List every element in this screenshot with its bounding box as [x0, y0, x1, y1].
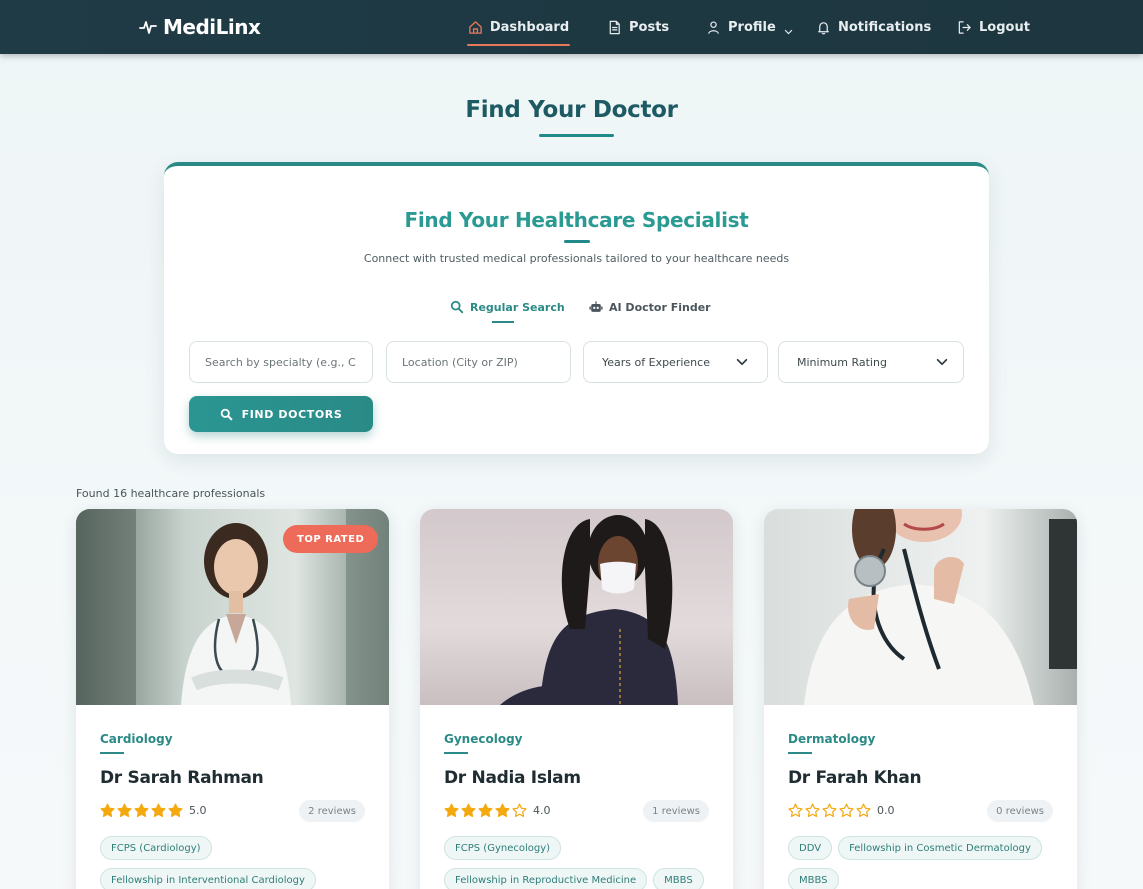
brand-logo[interactable]: MediLinx: [139, 14, 261, 40]
nav-notifications-label: Notifications: [838, 19, 932, 35]
search-icon: [220, 408, 232, 420]
bell-icon: [818, 21, 829, 34]
doctor-photo: [764, 509, 1077, 705]
rating-value: 4.0: [533, 804, 551, 817]
star-filled-icon: [478, 803, 493, 818]
rating-value: 5.0: [189, 804, 207, 817]
tab-ai-doctor-finder-label: AI Doctor Finder: [609, 300, 711, 314]
star-filled-icon: [168, 803, 183, 818]
search-card: Find Your Healthcare Specialist Connect …: [164, 162, 989, 454]
rating-stars: [444, 803, 527, 818]
logout-icon: [958, 20, 971, 34]
search-icon: [450, 300, 464, 314]
robot-icon: [589, 301, 603, 312]
specialty-underline: [444, 752, 468, 754]
qualification-tag: MBBS: [788, 868, 839, 889]
nav-dashboard[interactable]: Dashboard: [467, 0, 570, 54]
qualification-tags: FCPS (Cardiology) Fellowship in Interven…: [100, 836, 375, 889]
doctor-card[interactable]: Dermatology Dr Farah Khan 0.0 0 reviews …: [764, 509, 1077, 889]
qualification-tags: DDV Fellowship in Cosmetic Dermatology M…: [788, 836, 1063, 889]
rating-value: 0.0: [877, 804, 895, 817]
specialty-search-input[interactable]: [205, 355, 357, 369]
doctor-name[interactable]: Dr Nadia Islam: [444, 768, 581, 788]
page-title: Find Your Doctor: [465, 97, 678, 123]
location-input[interactable]: [402, 355, 555, 369]
location-field: [386, 341, 571, 383]
specialty-search-field: [189, 341, 373, 383]
qualification-tag: Fellowship in Interventional Cardiology: [100, 868, 316, 889]
find-doctors-button[interactable]: FIND DOCTORS: [189, 396, 373, 432]
tab-active-underline: [492, 321, 514, 323]
review-count: 2 reviews: [299, 800, 365, 822]
tab-regular-search-label: Regular Search: [470, 300, 565, 314]
doctor-specialty: Dermatology: [788, 732, 876, 746]
rating-select-value: Minimum Rating: [797, 355, 887, 369]
review-count: 0 reviews: [987, 800, 1053, 822]
doctor-name[interactable]: Dr Farah Khan: [788, 768, 922, 788]
doctor-name[interactable]: Dr Sarah Rahman: [100, 768, 264, 788]
doctor-specialty: Gynecology: [444, 732, 523, 746]
rating-select[interactable]: Minimum Rating: [778, 341, 964, 383]
star-filled-icon: [495, 803, 510, 818]
find-doctors-label: FIND DOCTORS: [241, 407, 343, 421]
qualification-tags: FCPS (Gynecology) Fellowship in Reproduc…: [444, 836, 719, 889]
chevron-down-icon: [936, 358, 948, 366]
star-empty-icon: [788, 803, 803, 818]
experience-select[interactable]: Years of Experience: [583, 341, 768, 383]
user-icon: [708, 20, 719, 34]
results-count: Found 16 healthcare professionals: [76, 487, 266, 500]
nav-dashboard-label: Dashboard: [489, 19, 570, 35]
star-empty-icon: [512, 803, 527, 818]
chevron-down-icon: [784, 29, 793, 34]
nav-notifications[interactable]: Notifications: [816, 0, 931, 54]
tab-ai-doctor-finder[interactable]: AI Doctor Finder: [589, 298, 711, 316]
star-empty-icon: [856, 803, 871, 818]
doctor-card[interactable]: Gynecology Dr Nadia Islam 4.0 1 reviews …: [420, 509, 733, 889]
nav-logout[interactable]: Logout: [957, 0, 1030, 54]
experience-select-value: Years of Experience: [602, 355, 710, 369]
search-heading-underline: [564, 240, 590, 243]
search-subtitle: Connect with trusted medical professiona…: [363, 252, 790, 265]
nav-profile[interactable]: Profile: [706, 0, 794, 54]
star-filled-icon: [117, 803, 132, 818]
specialty-underline: [100, 752, 124, 754]
document-icon: [609, 20, 620, 34]
search-heading: Find Your Healthcare Specialist: [404, 208, 749, 232]
doctor-specialty: Cardiology: [100, 732, 173, 746]
star-filled-icon: [151, 803, 166, 818]
tab-regular-search[interactable]: Regular Search: [450, 298, 565, 316]
qualification-tag: FCPS (Gynecology): [444, 836, 562, 860]
rating-stars: [100, 803, 183, 818]
star-empty-icon: [805, 803, 820, 818]
qualification-tag: FCPS (Cardiology): [100, 836, 212, 860]
brand-name: MediLinx: [163, 15, 261, 39]
nav-posts[interactable]: Posts: [607, 0, 669, 54]
chevron-down-icon: [736, 358, 748, 366]
specialty-underline: [788, 752, 812, 754]
home-icon: [469, 20, 482, 34]
navbar: MediLinx Dashboard Posts Profile Notific…: [0, 0, 1143, 54]
star-filled-icon: [444, 803, 459, 818]
nav-posts-label: Posts: [629, 19, 670, 35]
star-empty-icon: [822, 803, 837, 818]
review-count: 1 reviews: [643, 800, 709, 822]
page-title-underline: [539, 134, 614, 137]
star-filled-icon: [134, 803, 149, 818]
doctor-photo: [420, 509, 733, 705]
qualification-tag: DDV: [788, 836, 833, 860]
qualification-tag: MBBS: [653, 868, 704, 889]
nav-logout-label: Logout: [979, 19, 1030, 35]
star-filled-icon: [100, 803, 115, 818]
doctor-card[interactable]: TOP RATED Cardiology Dr Sarah Rahman 5.0…: [76, 509, 389, 889]
qualification-tag: Fellowship in Cosmetic Dermatology: [838, 836, 1042, 860]
nav-profile-label: Profile: [728, 19, 776, 35]
rating-stars: [788, 803, 871, 818]
doctor-photo: TOP RATED: [76, 509, 389, 705]
top-rated-badge: TOP RATED: [283, 525, 379, 553]
qualification-tag: Fellowship in Reproductive Medicine: [444, 868, 648, 889]
star-empty-icon: [839, 803, 854, 818]
star-filled-icon: [461, 803, 476, 818]
heartbeat-icon: [139, 21, 157, 34]
